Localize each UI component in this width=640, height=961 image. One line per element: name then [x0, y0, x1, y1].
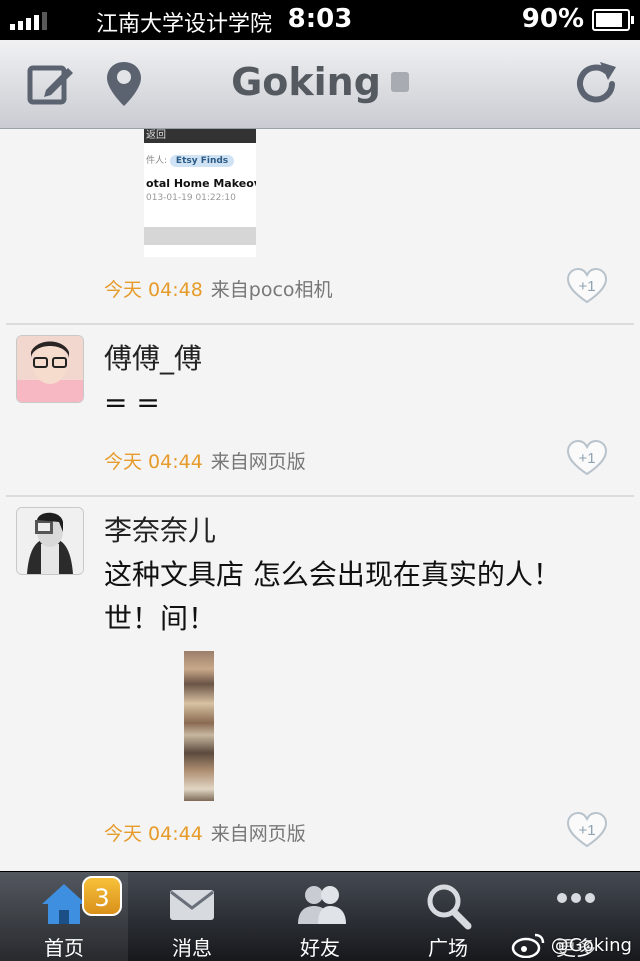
search-icon	[427, 884, 472, 930]
post-source: 来自网页版	[210, 823, 306, 845]
tab-label: 好友	[300, 936, 340, 960]
thumb-recipient: 件人: Etsy Finds	[144, 153, 256, 167]
unread-badge: 3	[82, 876, 122, 916]
tab-label: 广场	[428, 936, 468, 960]
post-source: 来自网页版	[210, 451, 306, 473]
thumb-date: 013-01-19 01:22:10	[146, 193, 236, 203]
post-image-thumbnail[interactable]: 返回 件人: Etsy Finds otal Home Makeover 013…	[144, 129, 256, 257]
page-title[interactable]: Goking	[0, 60, 640, 104]
feed-item[interactable]: 傅傅_傅 = = 今天 04:44 来自网页版 +1	[0, 325, 640, 495]
avatar[interactable]	[16, 507, 84, 575]
mail-icon	[170, 890, 214, 920]
weibo-logo-icon	[511, 933, 545, 958]
weibo-watermark: @Goking	[511, 932, 632, 958]
post-source: 来自poco相机	[210, 279, 333, 301]
thumb-subject: otal Home Makeover	[146, 177, 256, 190]
tab-messages[interactable]: 消息	[128, 872, 256, 961]
refresh-icon[interactable]	[570, 58, 622, 110]
feed-item[interactable]: 李奈奈儿 这种文具店 怎么会出现在真实的人！世！间！ 今天 04:44 来自网页版…	[0, 497, 640, 871]
navigation-bar: Goking	[0, 40, 640, 129]
feed-item[interactable]: 返回 件人: Etsy Finds otal Home Makeover 013…	[0, 129, 640, 325]
svg-text:+1: +1	[578, 822, 595, 839]
post-meta: 今天 04:44 来自网页版	[104, 819, 306, 846]
svg-text:+1: +1	[578, 450, 595, 467]
user-name[interactable]: 李奈奈儿	[104, 509, 216, 549]
tab-label: 首页	[44, 936, 84, 960]
post-time: 今天 04:44	[104, 451, 203, 473]
post-time: 今天 04:48	[104, 279, 203, 301]
status-bar: 江南大学设计学院 8:03 90%	[0, 0, 640, 40]
post-meta: 今天 04:44 来自网页版	[104, 447, 306, 474]
clock-badge-icon	[390, 71, 409, 92]
avatar[interactable]	[16, 335, 84, 403]
like-plus-one-icon[interactable]: +1	[566, 811, 608, 849]
like-plus-one-icon[interactable]: +1	[566, 267, 608, 305]
battery-icon	[592, 9, 634, 31]
battery-percent: 90%	[521, 4, 584, 34]
friends-icon	[298, 886, 346, 924]
home-icon	[42, 884, 86, 924]
timeline-feed[interactable]: 返回 件人: Etsy Finds otal Home Makeover 013…	[0, 129, 640, 871]
post-image-thumbnail[interactable]	[184, 651, 214, 801]
post-text: 这种文具店 怎么会出现在真实的人！世！间！	[104, 558, 561, 635]
svg-text:+1: +1	[578, 278, 595, 295]
post-time: 今天 04:44	[104, 823, 203, 845]
tab-label: 消息	[172, 936, 212, 960]
tab-square[interactable]: 广场	[384, 872, 512, 961]
user-name[interactable]: 傅傅_傅	[104, 337, 202, 377]
thumb-back-label: 返回	[144, 129, 256, 143]
tab-home[interactable]: 3 首页	[0, 872, 128, 961]
post-meta: 今天 04:48 来自poco相机	[104, 275, 333, 302]
more-icon	[557, 893, 595, 903]
post-text: = =	[104, 386, 160, 419]
like-plus-one-icon[interactable]: +1	[566, 439, 608, 477]
tab-friends[interactable]: 好友	[256, 872, 384, 961]
